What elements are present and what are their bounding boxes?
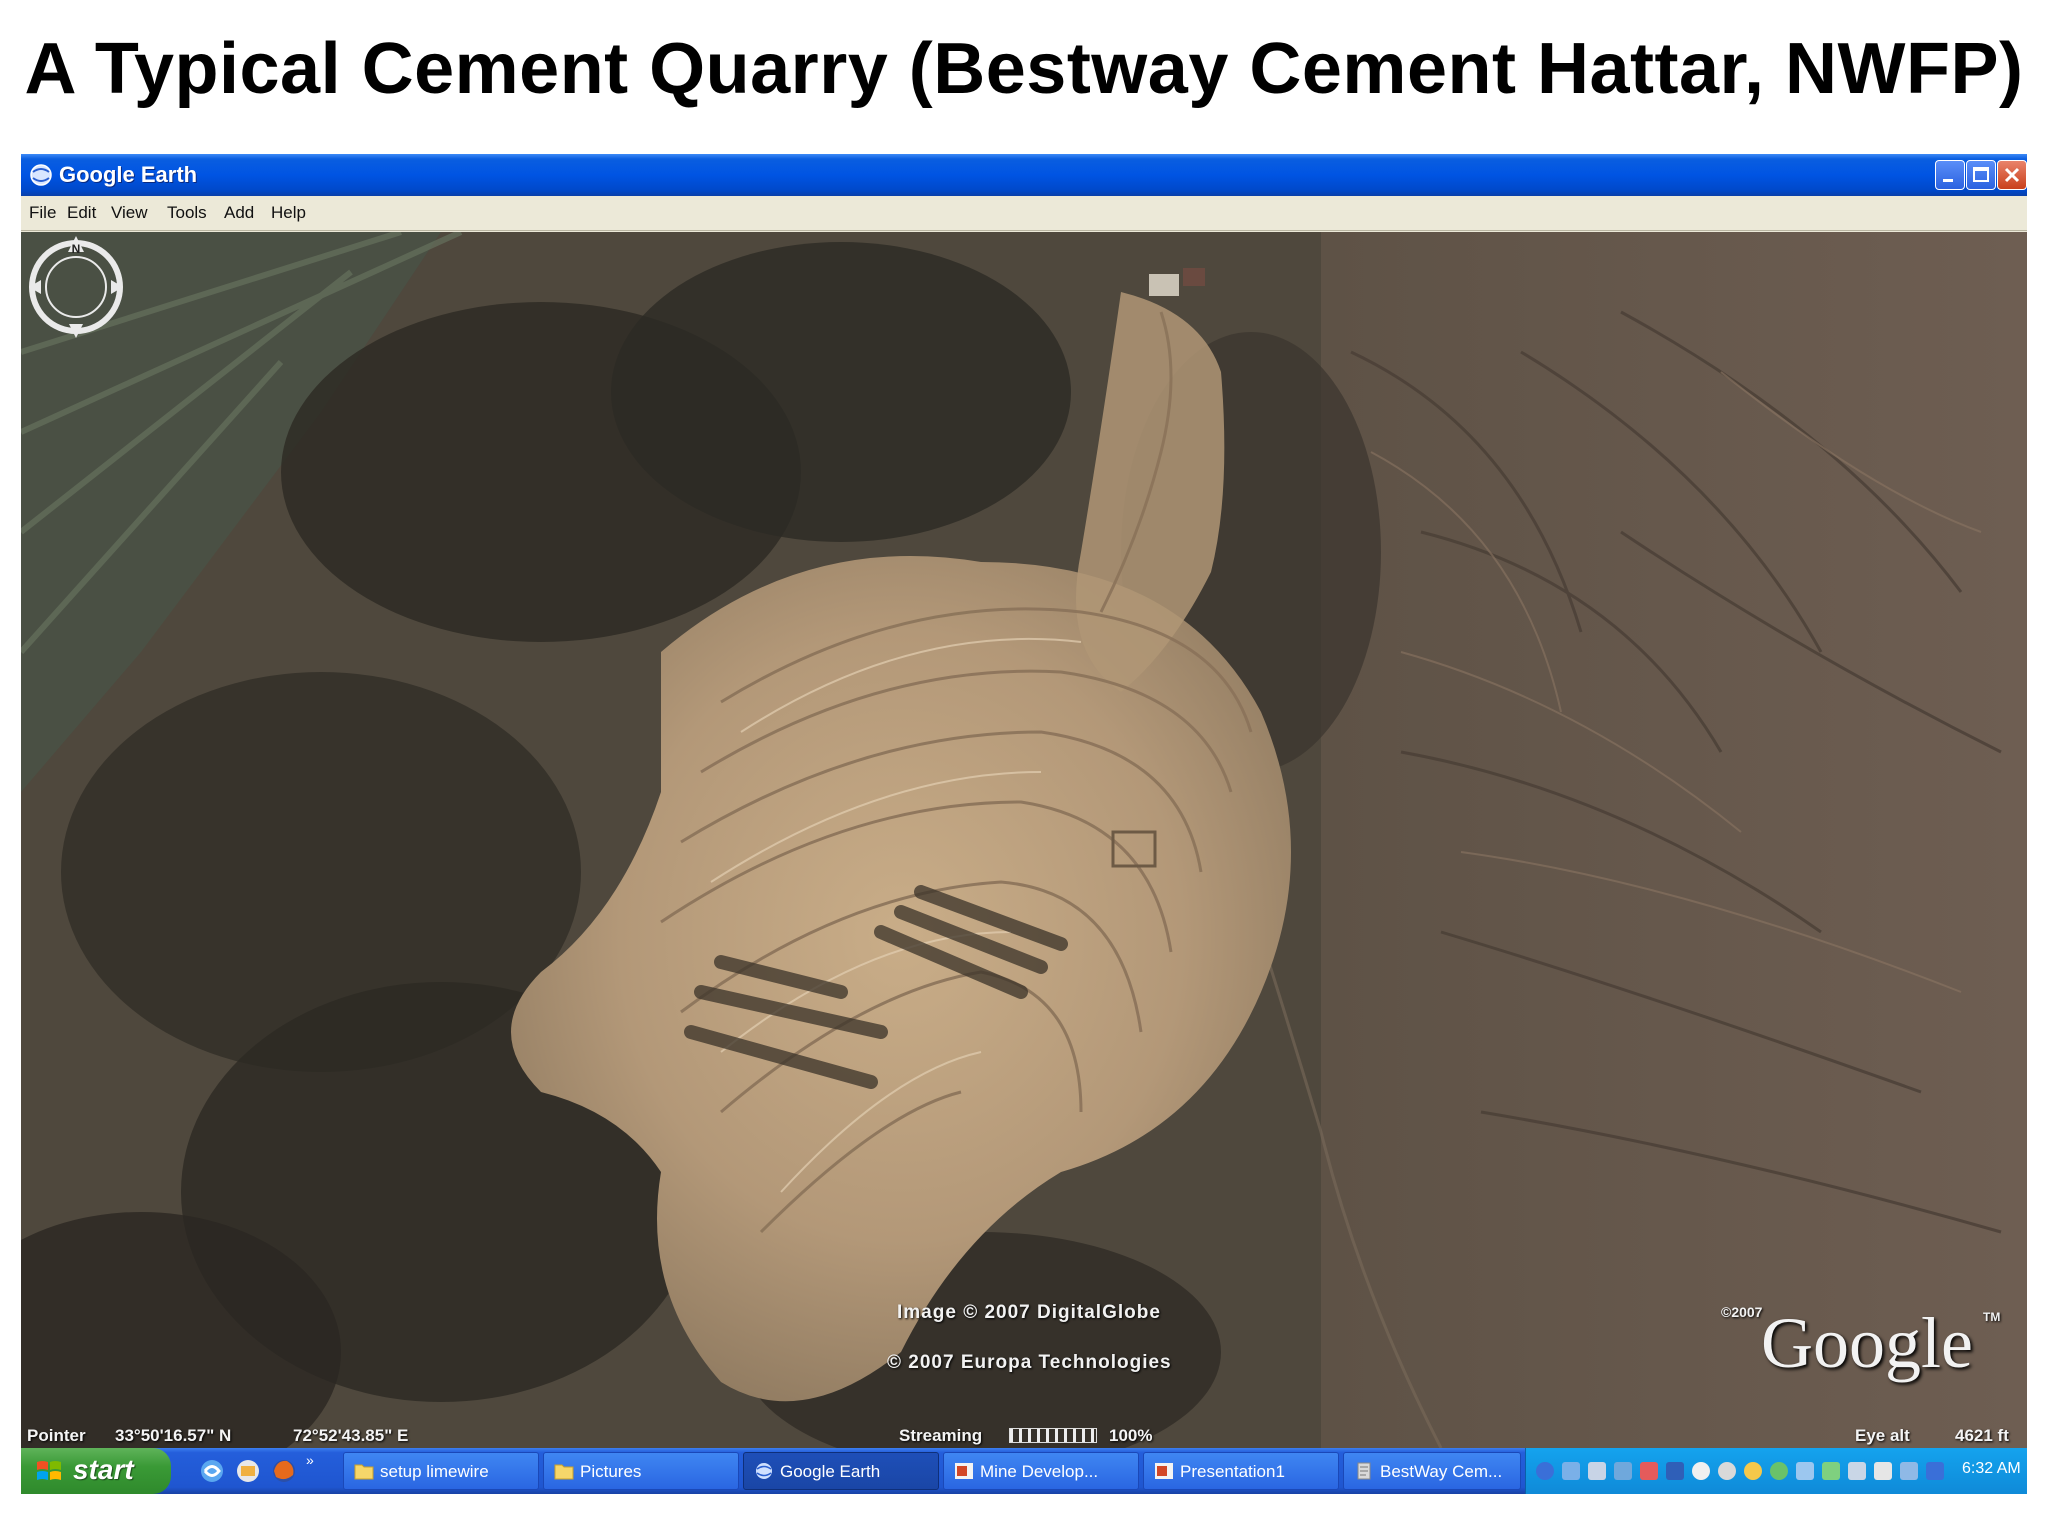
tray-status-icon[interactable] xyxy=(1770,1462,1788,1480)
menu-edit[interactable]: Edit xyxy=(67,203,96,223)
tray-minus-icon[interactable] xyxy=(1718,1462,1736,1480)
satellite-imagery xyxy=(21,232,2027,1448)
window-titlebar[interactable]: Google Earth xyxy=(21,154,2027,196)
tray-back-icon[interactable] xyxy=(1536,1462,1554,1480)
taskbar-button-pictures[interactable]: Pictures xyxy=(543,1452,739,1490)
start-button[interactable]: start xyxy=(21,1448,171,1494)
folder-icon xyxy=(354,1464,374,1480)
streaming-percent: 100% xyxy=(1109,1426,1153,1445)
taskbar-clock: 6:32 AM xyxy=(1962,1460,2021,1477)
system-tray: 6:32 AM xyxy=(1525,1448,2027,1494)
start-label: start xyxy=(73,1454,134,1485)
ie-icon[interactable] xyxy=(199,1458,225,1484)
close-button[interactable] xyxy=(1997,160,2027,190)
taskbar-button-presentation1[interactable]: Presentation1 xyxy=(1143,1452,1339,1490)
tray-monitor-icon[interactable] xyxy=(1588,1462,1606,1480)
tray-printer-icon[interactable] xyxy=(1848,1462,1866,1480)
eye-alt-value: 4621 ft xyxy=(1955,1426,2009,1445)
tray-app-icon[interactable] xyxy=(1614,1462,1632,1480)
taskbar-button-label: Pictures xyxy=(580,1462,642,1481)
tray-smiley-icon[interactable] xyxy=(1744,1462,1762,1480)
streaming-label: Streaming xyxy=(899,1426,983,1445)
window-title: Google Earth xyxy=(59,162,198,187)
google-earth-window: Google Earth File Edit View Tools Add He… xyxy=(21,154,2027,1494)
close-icon xyxy=(2004,167,2020,183)
maximize-icon xyxy=(1973,167,1989,182)
menu-view[interactable]: View xyxy=(111,203,148,223)
tray-user-icon[interactable] xyxy=(1796,1462,1814,1480)
menu-bar: File Edit View Tools Add Help xyxy=(21,196,2027,231)
europa-credit: © 2007 Europa Technologies xyxy=(887,1352,1172,1373)
compass-navigation-icon[interactable]: N xyxy=(21,232,131,342)
powerpoint-icon xyxy=(955,1463,973,1479)
tray-messenger-icon[interactable] xyxy=(1666,1462,1684,1480)
menu-file[interactable]: File xyxy=(29,203,56,223)
windows-flag-icon xyxy=(37,1461,61,1480)
tray-network-icon[interactable] xyxy=(1562,1462,1580,1480)
taskbar: start » setup limewire Pictures Google E… xyxy=(21,1448,2027,1494)
tray-antivirus-icon[interactable] xyxy=(1640,1462,1658,1480)
google-earth-icon xyxy=(30,164,52,186)
minimize-button[interactable] xyxy=(1935,160,1965,190)
taskbar-button-setup-limewire[interactable]: setup limewire xyxy=(343,1452,539,1490)
taskbar-button-label: Google Earth xyxy=(780,1462,881,1481)
maximize-button[interactable] xyxy=(1966,160,1996,190)
pointer-longitude: 72°52'43.85" E xyxy=(293,1426,409,1445)
status-bar: Pointer 33°50'16.57" N 72°52'43.85" E St… xyxy=(21,1424,2027,1448)
tray-bluetooth-icon[interactable] xyxy=(1926,1462,1944,1480)
taskbar-button-bestway-cem[interactable]: BestWay Cem... xyxy=(1343,1452,1521,1490)
menu-help[interactable]: Help xyxy=(271,203,306,223)
minimize-icon xyxy=(1943,179,1953,182)
folder-icon xyxy=(554,1464,574,1480)
google-earth-icon xyxy=(756,1463,772,1479)
tray-shield-icon[interactable] xyxy=(1900,1462,1918,1480)
pointer-latitude: 33°50'16.57" N xyxy=(115,1426,232,1445)
slide-title: A Typical Cement Quarry (Bestway Cement … xyxy=(24,29,2024,109)
taskbar-button-mine-develop[interactable]: Mine Develop... xyxy=(943,1452,1139,1490)
pointer-label: Pointer xyxy=(27,1426,86,1445)
imagery-credit: Image © 2007 DigitalGlobe xyxy=(897,1302,1161,1323)
eye-alt-label: Eye alt xyxy=(1855,1426,1910,1445)
powerpoint-icon xyxy=(1155,1463,1173,1479)
taskbar-button-label: Presentation1 xyxy=(1180,1462,1285,1481)
google-logo: Google xyxy=(1761,1303,1973,1383)
menu-add[interactable]: Add xyxy=(224,203,254,223)
svg-text:N: N xyxy=(72,242,81,256)
taskbar-button-google-earth[interactable]: Google Earth xyxy=(743,1452,939,1490)
taskbar-button-label: BestWay Cem... xyxy=(1380,1462,1503,1481)
google-logo-tm: TM xyxy=(1983,1310,2001,1324)
google-logo-year: ©2007 xyxy=(1721,1304,1763,1320)
map-view[interactable]: N Image © 2007 DigitalGlobe © 2007 Europ… xyxy=(21,232,2027,1448)
tray-search-icon[interactable] xyxy=(1692,1462,1710,1480)
document-icon xyxy=(1357,1462,1371,1480)
quick-launch-chevron-icon[interactable]: » xyxy=(306,1452,314,1468)
tray-update-icon[interactable] xyxy=(1822,1462,1840,1480)
streaming-progress-bar xyxy=(1009,1428,1097,1443)
mail-icon[interactable] xyxy=(235,1458,261,1484)
firefox-icon[interactable] xyxy=(271,1458,297,1484)
menu-tools[interactable]: Tools xyxy=(167,203,207,223)
taskbar-button-label: Mine Develop... xyxy=(980,1462,1099,1481)
taskbar-button-label: setup limewire xyxy=(380,1462,489,1481)
tray-volume-icon[interactable] xyxy=(1874,1462,1892,1480)
